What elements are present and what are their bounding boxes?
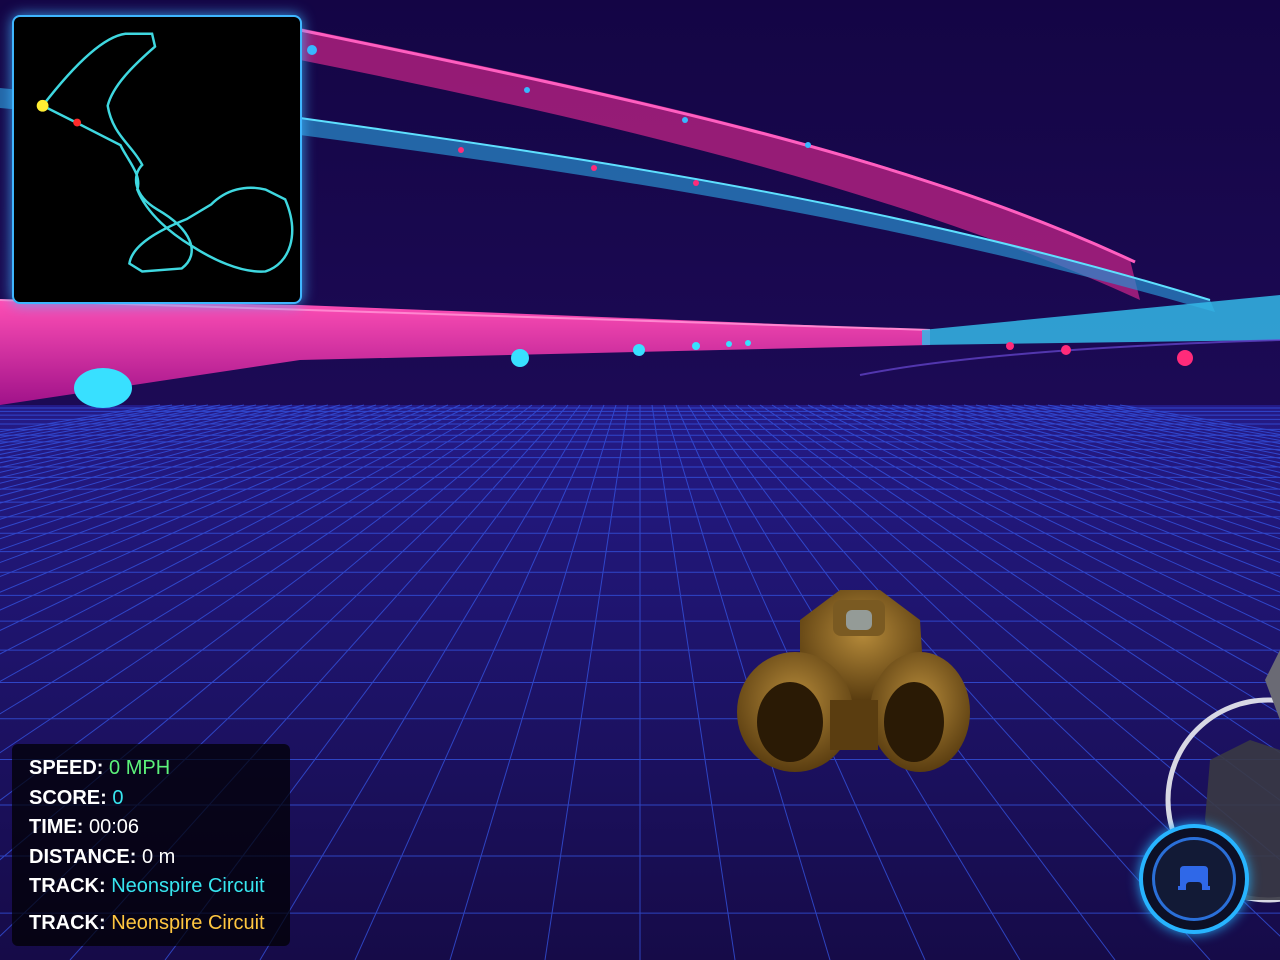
speed-label: SPEED:: [29, 757, 104, 779]
cyan-orb: [745, 340, 751, 346]
cyan-orb: [726, 341, 732, 347]
pink-orb: [693, 180, 699, 186]
distance-value: 0 m: [141, 845, 176, 868]
cyan-orb: [511, 349, 529, 367]
speed-value: 0 MPH: [109, 757, 171, 779]
pink-orb: [458, 147, 464, 153]
time-row: TIME: 00:06: [29, 813, 290, 843]
minimap-track: [36, 32, 294, 273]
opponent-marker: [73, 118, 82, 127]
minimap: [12, 15, 302, 304]
race-stats-panel: SPEED: 0 MPH SCORE: 0 TIME: 00:06 DISTAN…: [12, 744, 290, 946]
cyan-orb: [307, 45, 317, 55]
cyan-orb: [805, 142, 811, 148]
pink-orb: [1061, 345, 1071, 355]
time-label: TIME:: [29, 816, 84, 838]
player-marker: [36, 99, 49, 112]
camera-view-button[interactable]: [1139, 824, 1249, 934]
pink-orb: [1177, 350, 1193, 366]
cyan-orb: [633, 344, 645, 356]
track-label: TRACK:: [29, 875, 106, 897]
pink-orb: [1006, 342, 1014, 350]
cyan-orb: [692, 342, 700, 350]
score-label: SCORE:: [29, 786, 107, 809]
track-value-secondary: Neonspire Circuit: [111, 911, 265, 934]
pink-orb: [591, 165, 597, 171]
cyan-orb: [682, 117, 688, 123]
minimap-track-path: [40, 32, 294, 273]
time-value: 00:06: [89, 816, 140, 838]
speed-row: SPEED: 0 MPH: [29, 754, 290, 784]
track-row: TRACK: Neonspire Circuit: [29, 872, 290, 902]
distance-row: DISTANCE: 0 m: [29, 843, 290, 873]
cyan-orb: [74, 368, 132, 408]
track-value: Neonspire Circuit: [111, 875, 265, 897]
camera-view-button-inner: [1152, 837, 1236, 921]
score-row: SCORE: 0: [29, 784, 290, 814]
track-label-secondary: TRACK:: [29, 911, 106, 934]
distance-label: DISTANCE:: [29, 845, 137, 868]
cyan-orb: [524, 87, 530, 93]
score-value: 0: [112, 786, 124, 809]
car-view-icon: [1178, 866, 1210, 890]
track-row-secondary: TRACK: Neonspire Circuit: [29, 909, 290, 939]
